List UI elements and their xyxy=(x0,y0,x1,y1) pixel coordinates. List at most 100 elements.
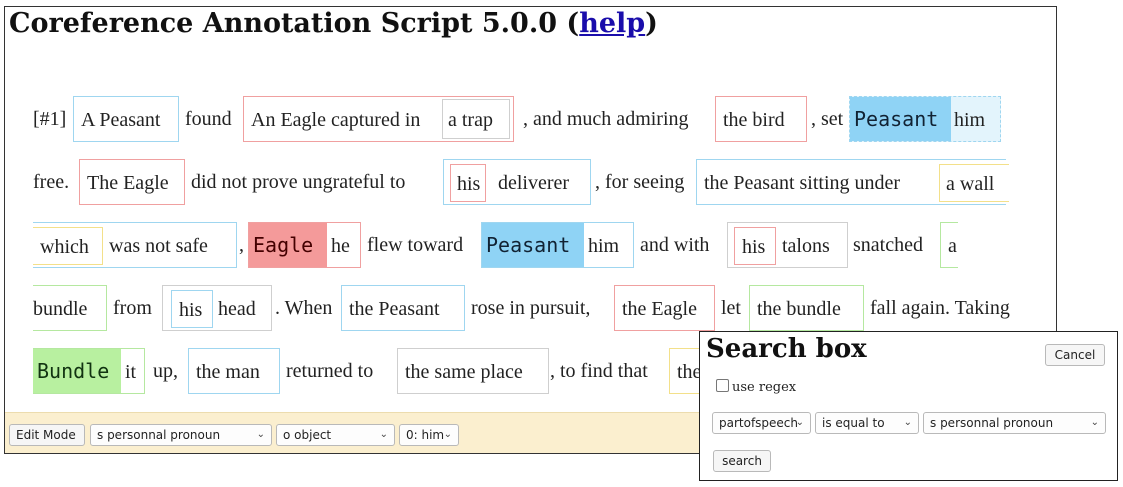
token[interactable]: flew toward xyxy=(367,222,463,268)
mention-a-wall-continued[interactable]: which xyxy=(33,227,103,265)
token[interactable]: . When xyxy=(275,285,332,331)
token[interactable]: and with xyxy=(640,222,709,268)
token[interactable]: , set xyxy=(811,96,843,142)
help-link[interactable]: help xyxy=(579,8,645,39)
use-regex-row[interactable]: use regex xyxy=(716,379,796,396)
cluster-cue-peasant: Peasant xyxy=(850,97,951,141)
mention-the-bird[interactable]: the bird xyxy=(715,96,807,142)
page-title: Coreference Annotation Script 5.0.0 (hel… xyxy=(9,7,658,41)
token[interactable]: from xyxy=(113,285,152,331)
token[interactable]: fall again. Taking xyxy=(870,285,1010,331)
token[interactable]: , xyxy=(239,222,244,268)
mention-a-trap[interactable]: a trap xyxy=(442,99,510,139)
token: The Eagle xyxy=(87,172,169,194)
cancel-button[interactable]: Cancel xyxy=(1045,344,1105,366)
select-value: partofspeech xyxy=(719,416,799,430)
search-field-select[interactable]: partofspeech ⌄ xyxy=(712,412,811,434)
mention-his-head[interactable]: his head xyxy=(162,285,272,331)
mention-the-peasant[interactable]: the Peasant xyxy=(341,285,465,331)
token[interactable]: , for seeing xyxy=(595,159,684,205)
token[interactable]: did not prove ungrateful to xyxy=(191,159,405,205)
mention-peasant-continued[interactable]: which was not safe xyxy=(33,222,237,268)
token: was not safe xyxy=(109,235,208,257)
mention-a-bundle-continued[interactable]: bundle xyxy=(33,285,107,331)
mention-his[interactable]: his xyxy=(450,164,486,202)
token: his xyxy=(179,299,203,321)
chevron-down-icon: ⌄ xyxy=(795,417,804,428)
token[interactable]: , to find that xyxy=(550,348,648,394)
token: him xyxy=(954,109,986,131)
search-box-dialog: Search box Cancel use regex partofspeech… xyxy=(699,331,1118,481)
token: the Peasant xyxy=(349,298,440,320)
token: his xyxy=(742,236,766,258)
mention-select[interactable]: 0: him ⌄ xyxy=(399,424,459,446)
token: bundle xyxy=(33,298,88,320)
mention-the-eagle[interactable]: The Eagle xyxy=(79,159,185,205)
select-value: 0: him xyxy=(406,428,445,442)
mention-the-man[interactable]: the man xyxy=(188,348,280,394)
token: his xyxy=(457,173,481,195)
mention-his[interactable]: his xyxy=(734,227,776,265)
chevron-down-icon: ⌄ xyxy=(903,417,912,428)
select-value: is equal to xyxy=(822,416,885,430)
token[interactable]: free. xyxy=(33,159,69,205)
search-button[interactable]: search xyxy=(713,450,771,472)
role-select[interactable]: o object ⌄ xyxy=(276,424,395,446)
token: it xyxy=(125,361,137,383)
token: A Peasant xyxy=(81,109,161,131)
mention-peasant-him[interactable]: Peasant him xyxy=(849,96,1001,142)
search-value-select[interactable]: s personnal pronoun ⌄ xyxy=(923,412,1106,434)
cluster-cue-bundle: Bundle xyxy=(33,349,121,393)
search-box-title: Search box xyxy=(706,334,867,364)
token[interactable]: , and much admiring xyxy=(523,96,689,142)
mention-the-eagle-2[interactable]: the Eagle xyxy=(614,285,715,331)
token: a wall xyxy=(946,173,995,195)
token: a xyxy=(948,235,957,257)
checkbox-icon[interactable] xyxy=(716,379,729,392)
part-of-speech-select[interactable]: s personnal pronoun ⌄ xyxy=(90,424,272,446)
mention-an-eagle-captured[interactable]: An Eagle captured in a trap xyxy=(243,96,514,142)
mention-the-peasant-sitting[interactable]: the Peasant sitting under a wall xyxy=(696,159,1009,205)
mention-his[interactable]: his xyxy=(171,290,213,328)
token[interactable]: returned to xyxy=(286,348,373,394)
token: the bird xyxy=(723,109,785,131)
chevron-down-icon: ⌄ xyxy=(1090,417,1099,428)
token[interactable]: found xyxy=(185,96,232,142)
mention-a-bundle[interactable]: a xyxy=(940,222,958,268)
search-operator-select[interactable]: is equal to ⌄ xyxy=(815,412,919,434)
token[interactable]: rose in pursuit, xyxy=(471,285,590,331)
token: a trap xyxy=(448,109,493,131)
token: the xyxy=(677,361,702,383)
edit-mode-button[interactable]: Edit Mode xyxy=(9,424,85,446)
token: the man xyxy=(196,361,260,383)
title-text: Coreference Annotation Script 5.0.0 ( xyxy=(9,8,580,39)
token: which xyxy=(40,236,89,258)
mention-a-wall[interactable]: a wall xyxy=(939,164,1009,202)
mention-the-bundle[interactable]: the bundle xyxy=(749,285,864,331)
mention-his-deliverer[interactable]: his deliverer xyxy=(443,159,591,205)
token: the bundle xyxy=(757,298,841,320)
token: deliverer xyxy=(498,172,570,194)
token: the Peasant sitting under xyxy=(704,172,901,194)
paragraph-marker: [#1] xyxy=(33,108,67,130)
token: the same place xyxy=(405,361,523,383)
title-close-paren: ) xyxy=(645,8,658,39)
use-regex-label: use regex xyxy=(732,380,797,395)
mention-a-peasant[interactable]: A Peasant xyxy=(73,96,179,142)
token: talons xyxy=(782,235,830,257)
cluster-cue-peasant: Peasant xyxy=(482,223,584,267)
mention-eagle-he[interactable]: Eagle he xyxy=(248,222,361,268)
mention-peasant-him-2[interactable]: Peasant him xyxy=(481,222,634,268)
mention-the-same-place[interactable]: the same place xyxy=(397,348,549,394)
token[interactable]: let xyxy=(721,285,741,331)
token[interactable]: snatched xyxy=(853,222,923,268)
chevron-down-icon: ⌄ xyxy=(379,429,388,440)
chevron-down-icon: ⌄ xyxy=(443,429,452,440)
mention-his-talons[interactable]: his talons xyxy=(727,222,848,268)
chevron-down-icon: ⌄ xyxy=(256,429,265,440)
mention-bundle-it[interactable]: Bundle it xyxy=(33,348,145,394)
token: him xyxy=(588,235,620,257)
token[interactable]: up, xyxy=(153,348,178,394)
select-value: s personnal pronoun xyxy=(97,428,221,442)
select-value: o object xyxy=(283,428,332,442)
